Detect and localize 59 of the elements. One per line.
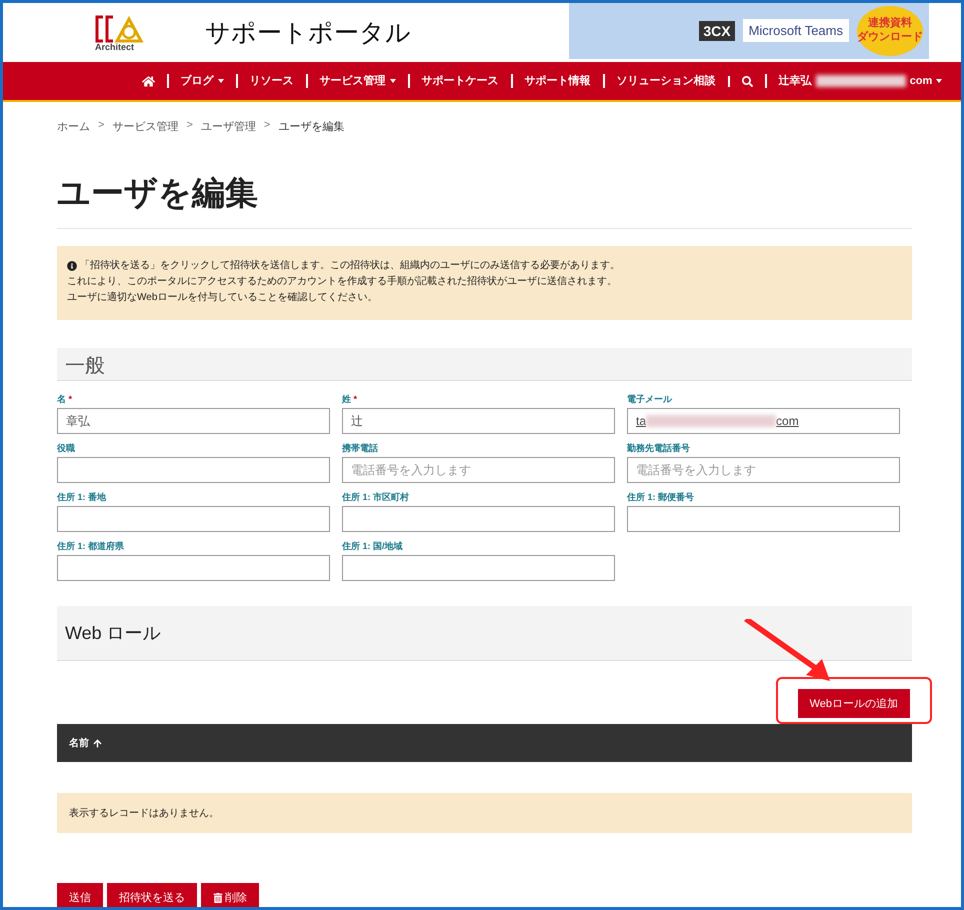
info-icon: [67, 261, 77, 271]
field-label: 住所 1: 郵便番号: [627, 491, 696, 504]
caret-icon: [218, 79, 224, 83]
notice-text: ユーザに適切なWebロールを付与していることを確認してください。: [67, 290, 378, 305]
starburst-badge: 連携資料 ダウンロード: [857, 6, 923, 56]
action-button[interactable]: 招待状を送る: [107, 883, 197, 907]
input-field[interactable]: 章弘: [57, 408, 330, 434]
section-heading: 一般: [57, 348, 912, 381]
add-role-button[interactable]: Webロールの追加: [798, 689, 910, 718]
input-field[interactable]: [57, 457, 330, 483]
caret-icon: [390, 79, 396, 83]
section-heading: Web ロール: [57, 606, 912, 661]
breadcrumb-link[interactable]: ユーザ管理: [200, 119, 256, 134]
product-label: Microsoft Teams: [742, 19, 849, 42]
banner[interactable]: 3CX Microsoft Teams 連携資料 ダウンロード: [569, 3, 929, 58]
input-field[interactable]: [342, 506, 615, 532]
nav-link[interactable]: リソース: [236, 74, 306, 88]
delete-button[interactable]: 削除: [201, 883, 259, 907]
nav-link[interactable]: ソリューション相談: [602, 74, 728, 88]
input-field[interactable]: [57, 506, 330, 532]
input-field[interactable]: 辻: [342, 408, 615, 434]
input-field[interactable]: [57, 555, 330, 581]
input-field[interactable]: [342, 555, 615, 581]
field-label: 住所 1: 番地: [57, 491, 108, 504]
nav-link[interactable]: サポート情報: [510, 74, 603, 88]
notice-text: 「招待状を送る」をクリックして招待状を送信します。この招待状は、組織内のユーザにのみ送信する必要があります。: [80, 258, 620, 273]
field-label: 携帯電話: [342, 442, 379, 455]
input-field[interactable]: ta com: [627, 408, 900, 434]
field-label: 住所 1: 国/地域: [342, 540, 404, 553]
breadcrumb-separator: >: [98, 119, 104, 133]
trash-icon: [213, 892, 223, 902]
field-label: 住所 1: 都道府県: [57, 540, 126, 553]
field-label: 姓 *: [342, 393, 358, 406]
field-label: 住所 1: 市区町村: [342, 491, 410, 504]
page-title: ユーザを編集: [57, 171, 912, 229]
field-label: 名 *: [57, 393, 74, 406]
nav-link[interactable]: ブログ: [166, 74, 236, 88]
breadcrumb-link[interactable]: サービス管理: [112, 119, 178, 134]
caret-icon: [936, 79, 942, 83]
empty-message: 表示するレコードはありません。: [57, 793, 912, 833]
site-title: サポートポータル: [205, 18, 411, 49]
brand-logo: 3CX: [699, 20, 735, 40]
breadcrumb-separator: >: [264, 119, 270, 133]
logo-text: Architect: [95, 42, 134, 52]
nav-link[interactable]: サービス管理: [306, 74, 408, 88]
input-field[interactable]: 電話番号を入力します: [627, 457, 900, 483]
column-header[interactable]: 名前: [69, 736, 102, 750]
field-label: 勤務先電話番号: [627, 442, 691, 455]
field-label: 電子メール: [627, 393, 674, 406]
nav-link[interactable]: サポートケース: [408, 74, 511, 88]
notice-text: これにより、このポータルにアクセスするためのアカウントを作成する手順が記載された招待状がユーザに送信されます。: [67, 274, 617, 289]
breadcrumb-current: ユーザを編集: [278, 120, 344, 134]
action-button[interactable]: 送信: [57, 883, 103, 907]
breadcrumb-link[interactable]: ホーム: [57, 119, 90, 134]
input-field[interactable]: 電話番号を入力します: [342, 457, 615, 483]
input-field[interactable]: [627, 506, 900, 532]
user-menu[interactable]: 辻幸弘 com: [764, 74, 954, 88]
field-label: 役職: [57, 442, 76, 455]
breadcrumb-separator: >: [186, 119, 193, 133]
